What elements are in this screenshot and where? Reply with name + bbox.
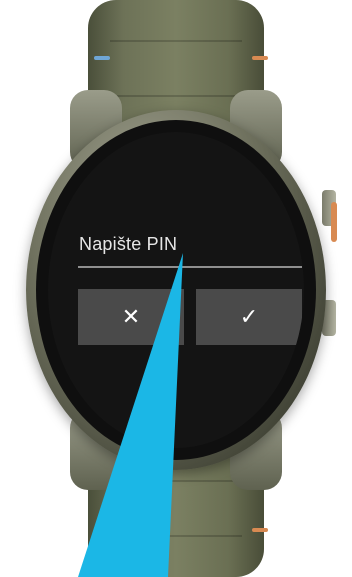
pin-input-label[interactable]: Napište PIN [79,234,177,255]
cancel-button[interactable]: ✕ [78,289,184,345]
strap-groove [110,40,242,42]
strap-groove [110,480,242,482]
check-icon: ✓ [239,304,259,329]
watch-screen: Napište PIN ✕ ✓ [48,132,304,448]
watch-case: Napište PIN ✕ ✓ [26,110,326,470]
strap-accent-orange [252,528,268,532]
pin-input-underline [78,266,302,268]
close-icon: ✕ [121,304,141,329]
watch-bezel: Napište PIN ✕ ✓ [36,120,316,460]
strap-groove [110,95,242,97]
strap-accent-orange [252,56,268,60]
watch-side-button-accent [331,202,337,242]
strap-accent-blue [94,56,110,60]
strap-groove [110,535,242,537]
confirm-button[interactable]: ✓ [196,289,302,345]
